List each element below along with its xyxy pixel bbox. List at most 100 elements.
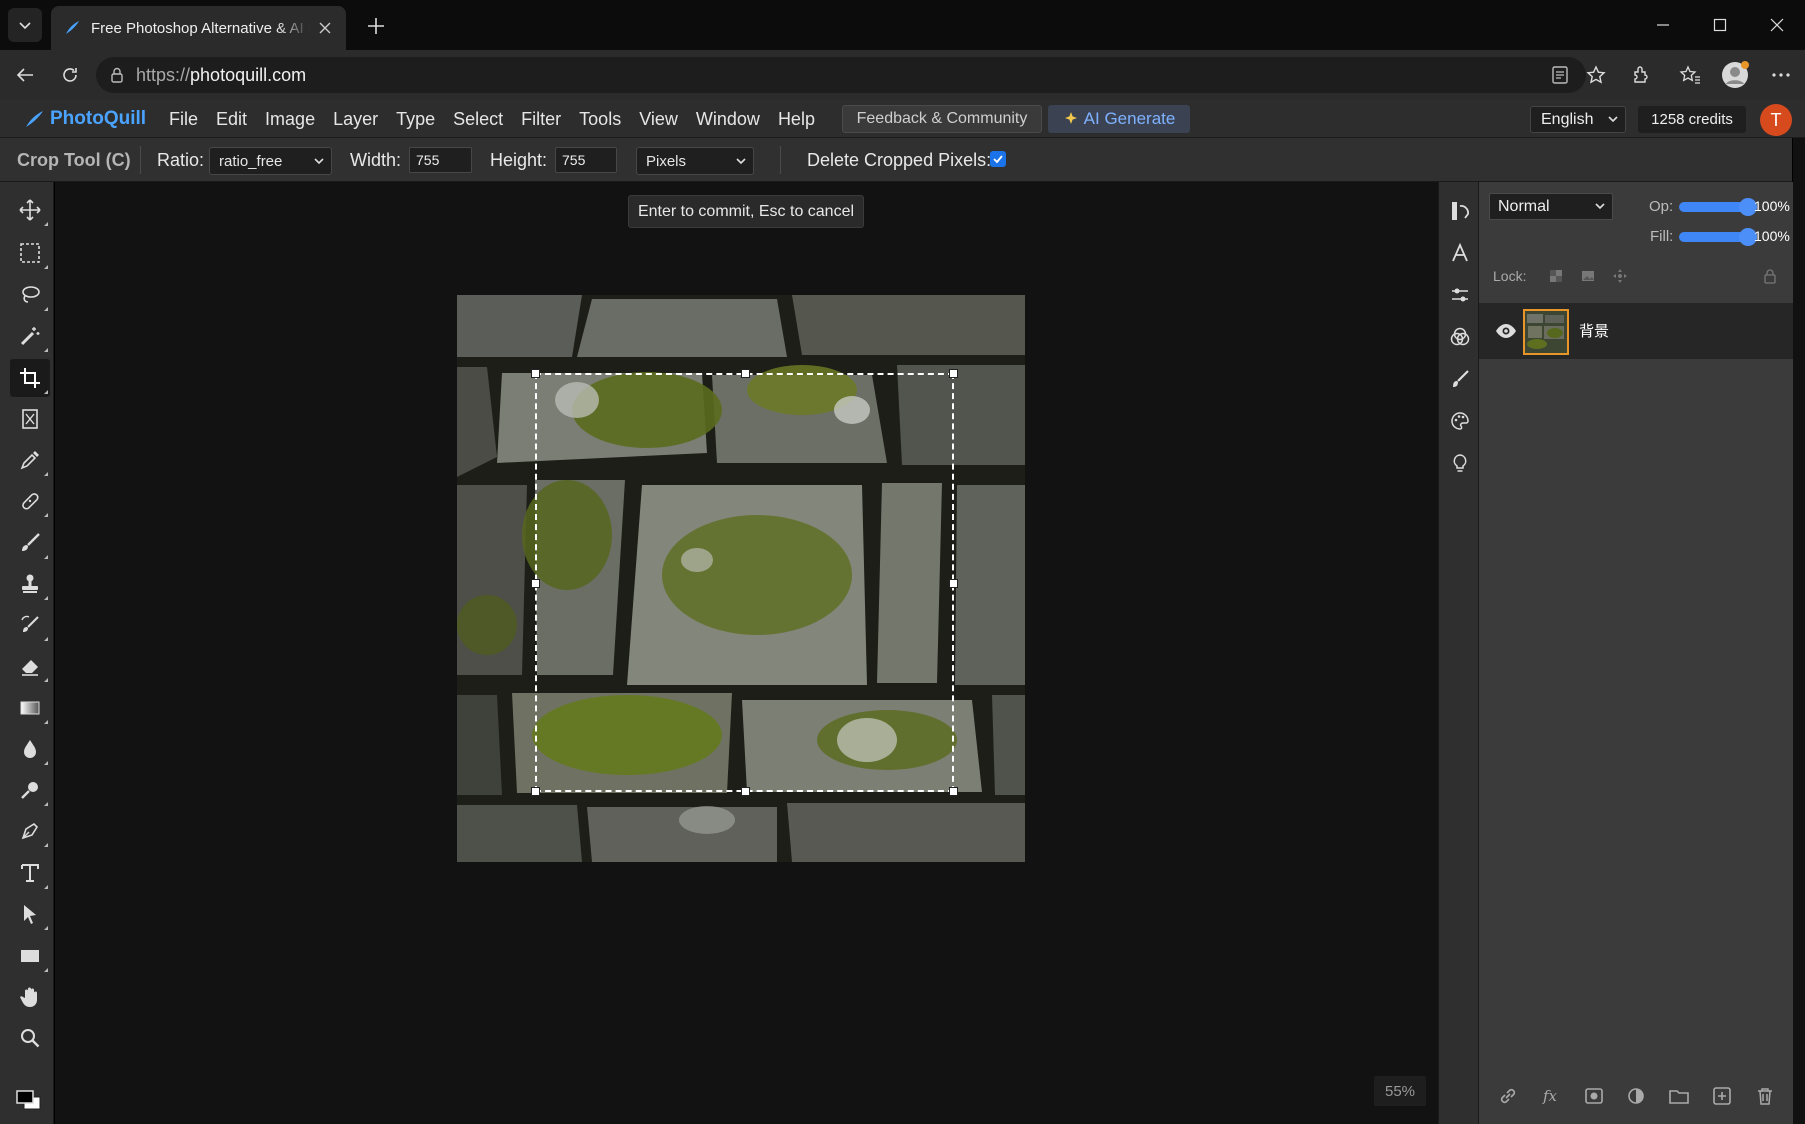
minimize-icon[interactable]	[1648, 10, 1678, 40]
history-brush-tool-icon[interactable]	[10, 606, 50, 644]
ratio-value: ratio_free	[219, 152, 283, 170]
brush-tool-icon[interactable]	[10, 524, 50, 562]
chevron-down-icon	[1595, 203, 1605, 210]
crop-handle-left[interactable]	[531, 579, 540, 588]
menu-image[interactable]: Image	[256, 100, 324, 138]
menu-type[interactable]: Type	[387, 100, 444, 138]
fill-slider[interactable]	[1679, 228, 1757, 246]
eye-visibility-icon[interactable]	[1495, 323, 1517, 339]
ratio-select[interactable]: ratio_free	[209, 147, 332, 175]
ai-generate-button[interactable]: AI Generate	[1048, 105, 1190, 133]
menu-edit[interactable]: Edit	[207, 100, 256, 138]
user-avatar[interactable]: T	[1760, 104, 1792, 136]
new-tab-icon[interactable]	[362, 12, 390, 40]
character-panel-icon[interactable]	[1445, 238, 1475, 268]
favorites-collection-icon[interactable]	[1673, 58, 1707, 92]
swatches-palette-icon[interactable]	[1445, 406, 1475, 436]
reader-mode-icon[interactable]	[1542, 57, 1578, 93]
frame-tool-icon[interactable]	[10, 400, 50, 438]
feedback-community-button[interactable]: Feedback & Community	[842, 105, 1042, 133]
browser-tab[interactable]: Free Photoshop Alternative & AI Photo Ed…	[51, 6, 346, 50]
height-input[interactable]: 755	[555, 147, 617, 173]
app-logo[interactable]: PhotoQuill	[24, 106, 146, 132]
adjustments-panel-icon[interactable]	[1445, 280, 1475, 310]
back-arrow-icon[interactable]	[10, 60, 40, 90]
address-bar[interactable]: https://photoquill.com	[96, 57, 1586, 93]
menu-file[interactable]: File	[160, 100, 207, 138]
close-window-icon[interactable]	[1762, 10, 1792, 40]
layer-mask-icon[interactable]	[1580, 1082, 1608, 1110]
crop-handle-top-right[interactable]	[949, 369, 958, 378]
menu-help[interactable]: Help	[769, 100, 824, 138]
new-layer-icon[interactable]	[1708, 1082, 1736, 1110]
crop-handle-top[interactable]	[741, 369, 750, 378]
zoom-tool-icon[interactable]	[10, 1019, 50, 1057]
layer-effects-fx-icon[interactable]: fx	[1537, 1082, 1565, 1110]
tab-actions-button[interactable]	[8, 8, 42, 42]
close-tab-icon[interactable]	[316, 19, 334, 37]
dodge-tool-icon[interactable]	[10, 771, 50, 809]
menu-select[interactable]: Select	[444, 100, 512, 138]
extensions-icon[interactable]	[1624, 58, 1658, 92]
new-group-folder-icon[interactable]	[1665, 1082, 1693, 1110]
profile-avatar-icon[interactable]	[1718, 58, 1752, 92]
pen-tool-icon[interactable]	[10, 812, 50, 850]
eyedropper-tool-icon[interactable]	[10, 441, 50, 479]
lock-image-icon[interactable]	[1580, 268, 1596, 284]
crop-handle-bottom-left[interactable]	[531, 787, 540, 796]
healing-brush-tool-icon[interactable]	[10, 482, 50, 520]
crop-handle-bottom-right[interactable]	[949, 787, 958, 796]
crop-tool-icon[interactable]	[10, 359, 50, 397]
zoom-level[interactable]: 55%	[1374, 1076, 1426, 1106]
move-tool-icon[interactable]	[10, 191, 50, 229]
menu-layer[interactable]: Layer	[324, 100, 387, 138]
menu-tools[interactable]: Tools	[570, 100, 630, 138]
path-selection-tool-icon[interactable]	[10, 895, 50, 933]
gradient-tool-icon[interactable]	[10, 689, 50, 727]
refresh-icon[interactable]	[55, 60, 85, 90]
lock-transparency-icon[interactable]	[1548, 268, 1564, 284]
hand-tool-icon[interactable]	[10, 978, 50, 1016]
marquee-tool-icon[interactable]	[10, 234, 50, 272]
history-panel-icon[interactable]	[1445, 196, 1475, 226]
more-options-icon[interactable]	[1764, 58, 1798, 92]
crop-handle-right[interactable]	[949, 579, 958, 588]
layer-row[interactable]: 背景	[1479, 303, 1794, 359]
crop-selection-box[interactable]	[531, 369, 958, 796]
language-select[interactable]: English	[1530, 106, 1626, 133]
menu-view[interactable]: View	[630, 100, 687, 138]
link-layers-icon[interactable]	[1494, 1082, 1522, 1110]
lasso-tool-icon[interactable]	[10, 276, 50, 314]
menu-filter[interactable]: Filter	[512, 100, 570, 138]
lock-position-icon[interactable]	[1612, 268, 1628, 284]
opacity-slider[interactable]	[1679, 198, 1757, 216]
eraser-tool-icon[interactable]	[10, 647, 50, 685]
unit-select[interactable]: Pixels	[636, 147, 754, 175]
brush-settings-panel-icon[interactable]	[1445, 364, 1475, 394]
type-tool-icon[interactable]	[10, 854, 50, 892]
tips-lightbulb-icon[interactable]	[1445, 448, 1475, 478]
color-swatches-icon[interactable]	[10, 1082, 50, 1120]
adjustment-layer-icon[interactable]	[1622, 1082, 1650, 1110]
crop-handle-top-left[interactable]	[531, 369, 540, 378]
delete-layer-trash-icon[interactable]	[1751, 1082, 1779, 1110]
language-value: English	[1541, 110, 1594, 128]
favorite-star-icon[interactable]	[1578, 57, 1614, 93]
lock-all-icon[interactable]	[1763, 268, 1777, 284]
credits-badge[interactable]: 1258 credits	[1638, 106, 1746, 133]
crop-handle-bottom[interactable]	[741, 787, 750, 796]
color-channels-panel-icon[interactable]	[1445, 322, 1475, 352]
active-tool-name: Crop Tool (C)	[17, 149, 131, 170]
clone-stamp-tool-icon[interactable]	[10, 565, 50, 603]
magic-wand-tool-icon[interactable]	[10, 317, 50, 355]
chevron-down-icon	[314, 158, 324, 165]
width-input[interactable]: 755	[409, 147, 472, 173]
rectangle-tool-icon[interactable]	[10, 937, 50, 975]
delete-cropped-checkbox[interactable]	[990, 151, 1006, 167]
layer-thumbnail[interactable]	[1523, 309, 1569, 355]
blend-mode-select[interactable]: Normal	[1489, 193, 1613, 220]
divider	[140, 146, 141, 174]
menu-window[interactable]: Window	[687, 100, 769, 138]
blur-tool-icon[interactable]	[10, 730, 50, 768]
maximize-icon[interactable]	[1705, 10, 1735, 40]
